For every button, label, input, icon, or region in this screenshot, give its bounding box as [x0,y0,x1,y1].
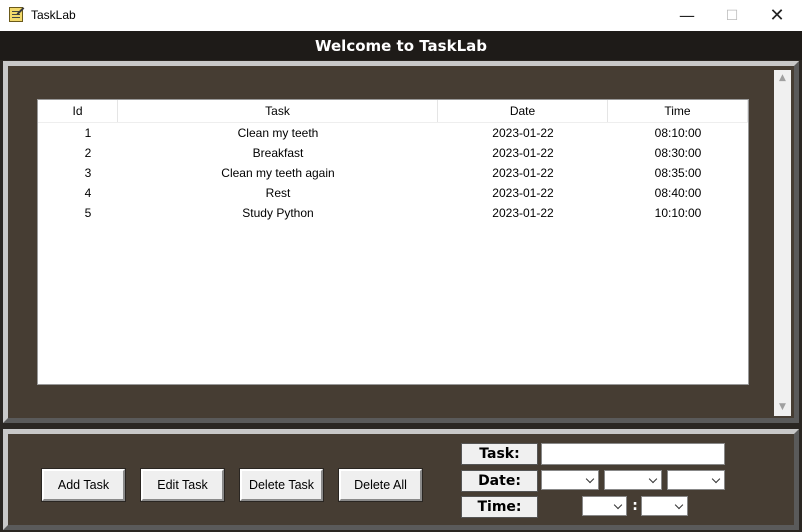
scroll-up-arrow-icon[interactable]: ▲ [774,70,791,87]
cell-task: Clean my teeth again [221,166,335,180]
date-year-dropdown[interactable] [541,470,599,490]
page-title-text: Welcome to TaskLab [315,36,487,55]
time-minute-dropdown[interactable] [641,496,688,516]
cell-date: 2023-01-22 [492,126,554,140]
close-button[interactable]: ✕ [754,0,800,31]
page-title: Welcome to TaskLab [0,31,802,60]
date-label: Date: [461,470,538,492]
add-task-button[interactable]: Add Task [41,468,126,502]
cell-task: Breakfast [252,146,304,160]
cell-time: 08:35:00 [654,166,702,180]
date-day-dropdown[interactable] [667,470,725,490]
table-row[interactable]: 3 Clean my teeth again 2023-01-22 08:35:… [38,163,748,183]
notepad-app-icon [9,7,23,22]
edit-task-button[interactable]: Edit Task [140,468,225,502]
table-body: 1 Clean my teeth 2023-01-22 08:10:00 2 B… [38,123,748,223]
date-month-dropdown[interactable] [604,470,662,490]
time-label: Time: [461,496,538,518]
cell-date: 2023-01-22 [492,206,554,220]
cell-date: 2023-01-22 [492,166,554,180]
table-row[interactable]: 4 Rest 2023-01-22 08:40:00 [38,183,748,203]
column-header-time[interactable]: Time [608,100,748,122]
time-separator: : [632,498,638,514]
task-label: Task: [461,443,538,465]
vertical-scrollbar[interactable]: ▲ ▼ [774,70,791,416]
task-input[interactable] [541,443,725,465]
task-list-panel: Id Task Date Time 1 Clean my teeth 2023-… [3,61,799,423]
task-table[interactable]: Id Task Date Time 1 Clean my teeth 2023-… [37,99,749,385]
minimize-button[interactable]: — [664,0,710,31]
time-hour-dropdown[interactable] [582,496,627,516]
column-header-date[interactable]: Date [438,100,608,122]
delete-task-button[interactable]: Delete Task [239,468,324,502]
title-bar: TaskLab — ☐ ✕ [0,0,802,31]
table-row[interactable]: 5 Study Python 2023-01-22 10:10:00 [38,203,748,223]
maximize-button[interactable]: ☐ [709,0,755,31]
cell-time: 08:30:00 [654,146,702,160]
cell-date: 2023-01-22 [492,186,554,200]
scroll-down-arrow-icon[interactable]: ▼ [774,399,791,416]
window-title: TaskLab [31,8,76,22]
table-row[interactable]: 1 Clean my teeth 2023-01-22 08:10:00 [38,123,748,143]
task-controls-panel: Add Task Edit Task Delete Task Delete Al… [3,429,799,530]
column-header-id[interactable]: Id [38,100,118,122]
delete-all-button[interactable]: Delete All [338,468,423,502]
cell-time: 08:40:00 [654,186,702,200]
cell-task: Rest [265,186,291,200]
cell-time: 08:10:00 [654,126,702,140]
table-header: Id Task Date Time [38,100,748,123]
column-header-task[interactable]: Task [118,100,438,122]
cell-time: 10:10:00 [654,206,702,220]
cell-task: Study Python [242,206,314,220]
cell-date: 2023-01-22 [492,146,554,160]
cell-task: Clean my teeth [237,126,319,140]
table-row[interactable]: 2 Breakfast 2023-01-22 08:30:00 [38,143,748,163]
